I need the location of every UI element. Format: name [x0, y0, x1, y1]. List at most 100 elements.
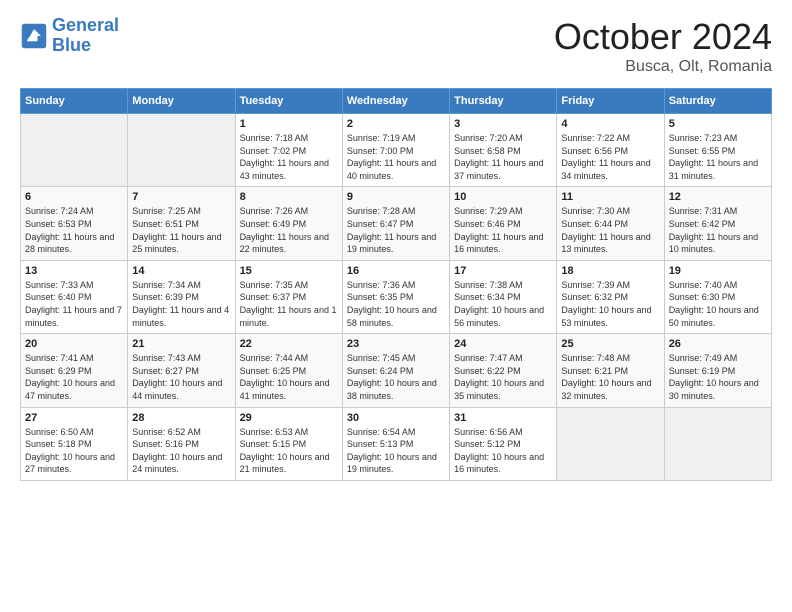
day-info: Sunrise: 6:54 AM Sunset: 5:13 PM Dayligh…: [347, 426, 445, 476]
day-cell: 10 Sunrise: 7:29 AM Sunset: 6:46 PM Dayli…: [450, 187, 557, 260]
week-row-3: 13 Sunrise: 7:33 AM Sunset: 6:40 PM Dayli…: [21, 260, 772, 333]
day-number: 16: [347, 265, 445, 277]
header-cell-thursday: Thursday: [450, 89, 557, 114]
day-info: Sunrise: 7:38 AM Sunset: 6:34 PM Dayligh…: [454, 279, 552, 329]
day-cell: [21, 114, 128, 187]
day-cell: 21 Sunrise: 7:43 AM Sunset: 6:27 PM Dayli…: [128, 334, 235, 407]
day-info: Sunrise: 7:40 AM Sunset: 6:30 PM Dayligh…: [669, 279, 767, 329]
day-info: Sunrise: 7:45 AM Sunset: 6:24 PM Dayligh…: [347, 352, 445, 402]
day-cell: 2 Sunrise: 7:19 AM Sunset: 7:00 PM Daylig…: [342, 114, 449, 187]
day-number: 19: [669, 265, 767, 277]
day-cell: [664, 407, 771, 480]
header-cell-wednesday: Wednesday: [342, 89, 449, 114]
day-info: Sunrise: 7:23 AM Sunset: 6:55 PM Dayligh…: [669, 132, 767, 182]
day-number: 28: [132, 412, 230, 424]
day-cell: 24Sunrise: 7:47 AM Sunset: 6:22 PM Dayli…: [450, 334, 557, 407]
day-info: Sunrise: 7:18 AM Sunset: 7:02 PM Dayligh…: [240, 132, 338, 182]
calendar-title: October 2024: [554, 16, 772, 58]
day-number: 9: [347, 191, 445, 203]
day-info: Sunrise: 7:41 AM Sunset: 6:29 PM Dayligh…: [25, 352, 123, 402]
day-number: 21: [132, 338, 230, 350]
day-number: 2: [347, 118, 445, 130]
day-cell: 14Sunrise: 7:34 AM Sunset: 6:39 PM Dayli…: [128, 260, 235, 333]
day-number: 4: [561, 118, 659, 130]
day-cell: 23 Sunrise: 7:45 AM Sunset: 6:24 PM Dayli…: [342, 334, 449, 407]
day-info: Sunrise: 7:24 AM Sunset: 6:53 PM Dayligh…: [25, 205, 123, 255]
day-info: Sunrise: 7:36 AM Sunset: 6:35 PM Dayligh…: [347, 279, 445, 329]
header-row: SundayMondayTuesdayWednesdayThursdayFrid…: [21, 89, 772, 114]
day-info: Sunrise: 6:50 AM Sunset: 5:18 PM Dayligh…: [25, 426, 123, 476]
logo: General Blue: [20, 16, 119, 56]
day-info: Sunrise: 7:28 AM Sunset: 6:47 PM Dayligh…: [347, 205, 445, 255]
day-number: 7: [132, 191, 230, 203]
logo-line1: General: [52, 15, 119, 35]
header-cell-sunday: Sunday: [21, 89, 128, 114]
day-cell: 12 Sunrise: 7:31 AM Sunset: 6:42 PM Dayli…: [664, 187, 771, 260]
day-number: 27: [25, 412, 123, 424]
day-cell: 1 Sunrise: 7:18 AM Sunset: 7:02 PM Daylig…: [235, 114, 342, 187]
day-number: 5: [669, 118, 767, 130]
day-number: 20: [25, 338, 123, 350]
day-cell: 4 Sunrise: 7:22 AM Sunset: 6:56 PM Daylig…: [557, 114, 664, 187]
day-cell: 30 Sunrise: 6:54 AM Sunset: 5:13 PM Dayli…: [342, 407, 449, 480]
day-info: Sunrise: 7:47 AM Sunset: 6:22 PM Dayligh…: [454, 352, 552, 402]
day-number: 8: [240, 191, 338, 203]
calendar-table: SundayMondayTuesdayWednesdayThursdayFrid…: [20, 88, 772, 481]
day-cell: 15 Sunrise: 7:35 AM Sunset: 6:37 PM Dayli…: [235, 260, 342, 333]
day-cell: 3 Sunrise: 7:20 AM Sunset: 6:58 PM Daylig…: [450, 114, 557, 187]
day-info: Sunrise: 7:39 AM Sunset: 6:32 PM Dayligh…: [561, 279, 659, 329]
day-cell: [557, 407, 664, 480]
day-number: 23: [347, 338, 445, 350]
day-info: Sunrise: 7:29 AM Sunset: 6:46 PM Dayligh…: [454, 205, 552, 255]
day-info: Sunrise: 6:53 AM Sunset: 5:15 PM Dayligh…: [240, 426, 338, 476]
day-cell: 29Sunrise: 6:53 AM Sunset: 5:15 PM Dayli…: [235, 407, 342, 480]
day-info: Sunrise: 7:33 AM Sunset: 6:40 PM Dayligh…: [25, 279, 123, 329]
day-cell: [128, 114, 235, 187]
day-number: 30: [347, 412, 445, 424]
day-number: 31: [454, 412, 552, 424]
week-row-4: 20 Sunrise: 7:41 AM Sunset: 6:29 PM Dayli…: [21, 334, 772, 407]
day-cell: 5 Sunrise: 7:23 AM Sunset: 6:55 PM Daylig…: [664, 114, 771, 187]
day-info: Sunrise: 7:44 AM Sunset: 6:25 PM Dayligh…: [240, 352, 338, 402]
header-cell-saturday: Saturday: [664, 89, 771, 114]
day-cell: 26 Sunrise: 7:49 AM Sunset: 6:19 PM Dayli…: [664, 334, 771, 407]
day-info: Sunrise: 7:43 AM Sunset: 6:27 PM Dayligh…: [132, 352, 230, 402]
day-number: 10: [454, 191, 552, 203]
day-info: Sunrise: 7:20 AM Sunset: 6:58 PM Dayligh…: [454, 132, 552, 182]
day-cell: 13 Sunrise: 7:33 AM Sunset: 6:40 PM Dayli…: [21, 260, 128, 333]
day-number: 1: [240, 118, 338, 130]
day-info: Sunrise: 7:49 AM Sunset: 6:19 PM Dayligh…: [669, 352, 767, 402]
day-number: 18: [561, 265, 659, 277]
day-number: 15: [240, 265, 338, 277]
day-number: 17: [454, 265, 552, 277]
day-info: Sunrise: 6:56 AM Sunset: 5:12 PM Dayligh…: [454, 426, 552, 476]
day-cell: 27 Sunrise: 6:50 AM Sunset: 5:18 PM Dayli…: [21, 407, 128, 480]
header-cell-tuesday: Tuesday: [235, 89, 342, 114]
day-cell: 19 Sunrise: 7:40 AM Sunset: 6:30 PM Dayli…: [664, 260, 771, 333]
day-info: Sunrise: 7:34 AM Sunset: 6:39 PM Dayligh…: [132, 279, 230, 329]
day-number: 3: [454, 118, 552, 130]
day-info: Sunrise: 7:30 AM Sunset: 6:44 PM Dayligh…: [561, 205, 659, 255]
day-number: 6: [25, 191, 123, 203]
day-info: Sunrise: 7:22 AM Sunset: 6:56 PM Dayligh…: [561, 132, 659, 182]
week-row-5: 27 Sunrise: 6:50 AM Sunset: 5:18 PM Dayli…: [21, 407, 772, 480]
day-cell: 31 Sunrise: 6:56 AM Sunset: 5:12 PM Dayli…: [450, 407, 557, 480]
week-row-1: 1 Sunrise: 7:18 AM Sunset: 7:02 PM Daylig…: [21, 114, 772, 187]
day-info: Sunrise: 7:19 AM Sunset: 7:00 PM Dayligh…: [347, 132, 445, 182]
day-number: 26: [669, 338, 767, 350]
day-info: Sunrise: 7:31 AM Sunset: 6:42 PM Dayligh…: [669, 205, 767, 255]
day-cell: 17 Sunrise: 7:38 AM Sunset: 6:34 PM Dayli…: [450, 260, 557, 333]
day-number: 13: [25, 265, 123, 277]
header-cell-monday: Monday: [128, 89, 235, 114]
day-info: Sunrise: 6:52 AM Sunset: 5:16 PM Dayligh…: [132, 426, 230, 476]
page-header: General Blue October 2024 Busca, Olt, Ro…: [20, 16, 772, 76]
day-cell: 7Sunrise: 7:25 AM Sunset: 6:51 PM Daylig…: [128, 187, 235, 260]
day-cell: 22 Sunrise: 7:44 AM Sunset: 6:25 PM Dayli…: [235, 334, 342, 407]
title-block: October 2024 Busca, Olt, Romania: [554, 16, 772, 76]
day-number: 25: [561, 338, 659, 350]
logo-icon: [20, 22, 48, 50]
day-number: 12: [669, 191, 767, 203]
day-info: Sunrise: 7:35 AM Sunset: 6:37 PM Dayligh…: [240, 279, 338, 329]
day-cell: 8Sunrise: 7:26 AM Sunset: 6:49 PM Daylig…: [235, 187, 342, 260]
day-number: 22: [240, 338, 338, 350]
